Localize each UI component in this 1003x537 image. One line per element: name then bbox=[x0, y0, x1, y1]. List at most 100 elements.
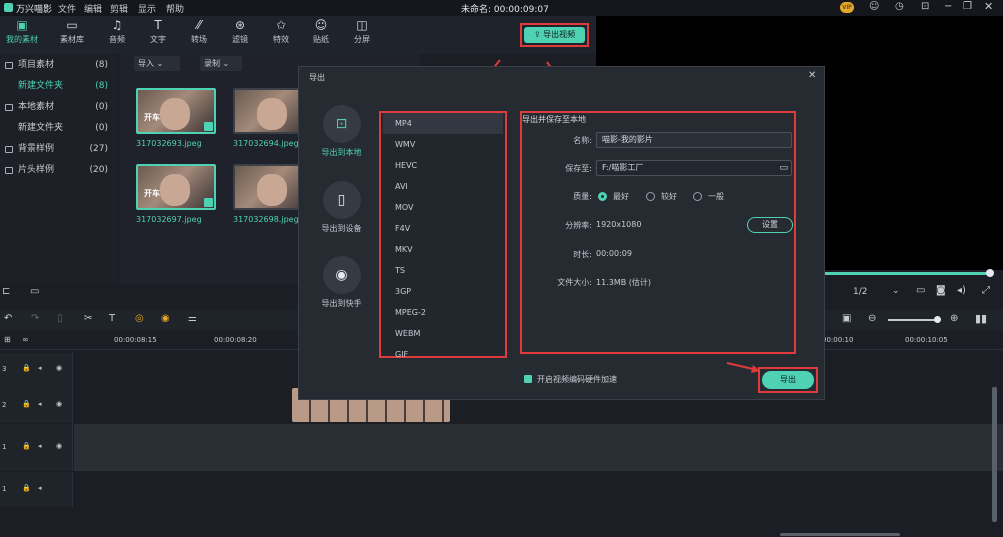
chain-icon[interactable]: ∞ bbox=[22, 335, 29, 344]
format-item[interactable]: MPEG-2 bbox=[383, 302, 503, 323]
sidebar-item-project-media[interactable]: 项目素材 (8) bbox=[0, 56, 118, 74]
text-edit-icon[interactable]: T bbox=[109, 313, 115, 324]
settings-button[interactable]: 设置 bbox=[747, 217, 793, 233]
delete-icon[interactable]: ▯ bbox=[57, 313, 63, 324]
speed-icon[interactable]: ◎ bbox=[135, 313, 144, 324]
tool-effects[interactable]: ✩ 特效 bbox=[259, 18, 303, 45]
sidebar-item-intro-samples[interactable]: 片头样例 (20) bbox=[0, 161, 118, 179]
media-thumbnail[interactable]: 开车 bbox=[136, 164, 216, 210]
color-icon[interactable]: ◉ bbox=[161, 313, 170, 324]
format-item[interactable]: WMV bbox=[383, 134, 503, 155]
menu-view[interactable]: 显示 bbox=[138, 2, 156, 15]
volume-icon[interactable]: ◂ bbox=[38, 364, 42, 372]
new-folder-icon[interactable]: ⊏ bbox=[2, 286, 10, 297]
redo-icon[interactable]: ↷ bbox=[31, 313, 39, 324]
import-dropdown[interactable]: 导入 ⌄ bbox=[134, 56, 180, 71]
tool-my-media[interactable]: ▣ 我的素材 bbox=[0, 18, 44, 45]
restore-icon[interactable]: ❐ bbox=[963, 1, 972, 12]
undo-icon[interactable]: ↶ bbox=[4, 313, 12, 324]
quality-better-radio[interactable] bbox=[646, 192, 655, 201]
format-item[interactable]: MOV bbox=[383, 197, 503, 218]
volume-icon[interactable]: ◂ bbox=[38, 442, 42, 450]
sidebar-item-new-folder[interactable]: 新建文件夹 (8) bbox=[0, 77, 118, 95]
monitor-icon[interactable]: ▭ bbox=[916, 285, 925, 296]
format-item[interactable]: 3GP bbox=[383, 281, 503, 302]
tool-filter[interactable]: ⊛ 滤镜 bbox=[218, 18, 262, 45]
folder-outline-icon[interactable]: ▭ bbox=[30, 286, 39, 297]
quality-best-radio[interactable] bbox=[598, 192, 607, 201]
panel-layout-icon[interactable]: ▮▮ bbox=[975, 312, 987, 325]
eye-icon[interactable]: ◉ bbox=[56, 442, 62, 450]
tool-audio[interactable]: ♫ 音频 bbox=[95, 18, 139, 45]
page-indicator[interactable]: 1/2 bbox=[853, 287, 867, 297]
format-item[interactable]: AVI bbox=[383, 176, 503, 197]
menu-file[interactable]: 文件 bbox=[58, 2, 76, 15]
adjust-icon[interactable]: ⚌ bbox=[188, 313, 197, 324]
format-item[interactable]: MKV bbox=[383, 239, 503, 260]
format-item[interactable]: F4V bbox=[383, 218, 503, 239]
volume-icon[interactable]: ◂ bbox=[38, 400, 42, 408]
quality-normal-radio[interactable] bbox=[693, 192, 702, 201]
lock-icon[interactable]: 🔒 bbox=[22, 484, 31, 492]
project-name-input[interactable]: 喵影-我的影片 bbox=[596, 132, 792, 148]
lock-icon[interactable]: 🔒 bbox=[22, 442, 31, 450]
track-lane[interactable] bbox=[74, 424, 1003, 471]
tool-transition[interactable]: ⁄⁄ 转场 bbox=[177, 18, 221, 45]
eye-icon[interactable]: ◉ bbox=[56, 400, 62, 408]
close-window-icon[interactable]: ✕ bbox=[984, 0, 993, 13]
eye-icon[interactable]: ◉ bbox=[56, 364, 62, 372]
volume-icon[interactable]: ◂) bbox=[957, 285, 966, 296]
hw-accel-checkbox[interactable] bbox=[524, 375, 532, 383]
record-dropdown[interactable]: 录制 ⌄ bbox=[200, 56, 242, 71]
timeline-scrollbar[interactable] bbox=[780, 533, 900, 536]
tool-text[interactable]: T 文字 bbox=[136, 18, 180, 45]
zoom-slider[interactable] bbox=[888, 319, 938, 321]
chevron-down-icon[interactable]: ⌄ bbox=[892, 286, 900, 296]
format-item[interactable]: HEVC bbox=[383, 155, 503, 176]
filesize-value: 11.3MB (估计) bbox=[596, 278, 651, 287]
minimize-icon[interactable]: − bbox=[944, 1, 952, 12]
track-lane[interactable] bbox=[74, 472, 1003, 507]
export-button[interactable]: 导出 bbox=[762, 371, 814, 389]
vip-badge[interactable]: VIP bbox=[840, 2, 854, 13]
link-icon[interactable]: ⊞ bbox=[4, 335, 11, 344]
lock-icon[interactable]: 🔒 bbox=[22, 400, 31, 408]
menu-edit[interactable]: 编辑 bbox=[84, 2, 102, 15]
account-icon[interactable]: ☺ bbox=[869, 1, 879, 12]
tool-stickers[interactable]: ☺ 贴纸 bbox=[299, 18, 343, 45]
fullscreen-icon[interactable]: ⤢ bbox=[982, 285, 990, 296]
media-thumbnail[interactable]: 开车 bbox=[136, 88, 216, 134]
format-item[interactable]: WEBM bbox=[383, 323, 503, 344]
playhead-handle[interactable] bbox=[986, 269, 994, 277]
lock-icon[interactable]: 🔒 bbox=[22, 364, 31, 372]
zoom-in-icon[interactable]: ⊕ bbox=[950, 313, 958, 324]
menu-clip[interactable]: 剪辑 bbox=[110, 2, 128, 15]
volume-icon[interactable]: ◂ bbox=[38, 484, 42, 492]
tool-split-screen[interactable]: ◫ 分屏 bbox=[340, 18, 384, 45]
sidebar-item-background-samples[interactable]: 背景样例 (27) bbox=[0, 140, 118, 158]
format-item[interactable]: MP4 bbox=[383, 113, 503, 134]
folder-icon bbox=[5, 62, 13, 69]
format-item[interactable]: GIF bbox=[383, 344, 503, 357]
nav-export-device[interactable]: ▯ 导出到设备 bbox=[309, 181, 374, 234]
camera-icon[interactable]: ◙ bbox=[936, 285, 946, 296]
tool-media-library[interactable]: ▭ 素材库 bbox=[50, 18, 94, 45]
notification-icon[interactable]: ◷ bbox=[895, 1, 904, 12]
folder-browse-icon[interactable]: ▭ bbox=[779, 161, 788, 175]
close-icon[interactable]: ✕ bbox=[808, 70, 816, 81]
playback-progress[interactable] bbox=[825, 272, 990, 275]
fit-icon[interactable]: ▣ bbox=[842, 313, 851, 324]
nav-export-local[interactable]: ⊡ 导出到本地 bbox=[309, 105, 374, 158]
export-video-button[interactable]: ⇪ 导出视频 bbox=[524, 27, 585, 43]
zoom-out-icon[interactable]: ⊖ bbox=[868, 313, 876, 324]
zoom-slider-handle[interactable] bbox=[934, 316, 941, 323]
format-item[interactable]: TS bbox=[383, 260, 503, 281]
sidebar-item-local-media[interactable]: 本地素材 (0) bbox=[0, 98, 118, 116]
menu-help[interactable]: 帮助 bbox=[166, 2, 184, 15]
nav-export-kuaishou[interactable]: ◉ 导出到快手 bbox=[309, 256, 374, 309]
save-path-input[interactable]: F:/喵影工厂 ▭ bbox=[596, 160, 792, 176]
cut-icon[interactable]: ✂ bbox=[84, 313, 92, 324]
sidebar-item-new-folder-2[interactable]: 新建文件夹 (0) bbox=[0, 119, 118, 137]
download-icon[interactable]: ⊡ bbox=[921, 1, 929, 12]
vertical-scrollbar[interactable] bbox=[992, 387, 997, 522]
